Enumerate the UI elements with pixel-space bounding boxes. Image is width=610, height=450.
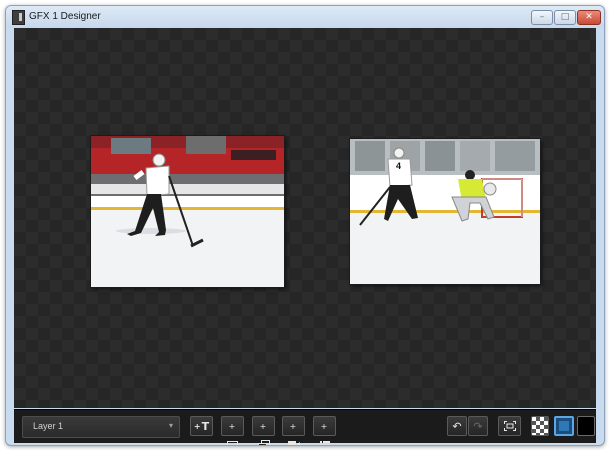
list-icon bbox=[319, 441, 330, 445]
minimize-button[interactable]: – bbox=[531, 10, 553, 25]
chevron-down-icon: ▾ bbox=[168, 421, 173, 430]
title-bar[interactable]: GFX 1 Designer – □ ✕ bbox=[6, 6, 604, 28]
bottom-toolbar: Layer 1 ▾ +T + + + + ↶ ↷ bbox=[14, 409, 596, 445]
text-icon: T bbox=[201, 420, 210, 433]
plus-icon: + bbox=[193, 422, 201, 431]
design-canvas[interactable]: 4 bbox=[14, 28, 596, 408]
image-icon bbox=[227, 441, 238, 445]
video-camera-icon bbox=[287, 441, 300, 445]
plus-icon: + bbox=[320, 422, 328, 431]
add-video-button[interactable]: + bbox=[282, 416, 305, 445]
plus-icon: + bbox=[259, 422, 267, 431]
jersey-number: 4 bbox=[396, 161, 401, 171]
close-button[interactable]: ✕ bbox=[577, 10, 601, 25]
photo-layer-2[interactable]: 4 bbox=[350, 139, 540, 284]
app-window: GFX 1 Designer – □ ✕ 4 Layer 1 ▾ +T + + … bbox=[5, 5, 605, 446]
background-black-button[interactable] bbox=[577, 416, 595, 436]
add-list-button[interactable]: + bbox=[313, 416, 336, 445]
app-icon bbox=[12, 10, 25, 25]
add-text-button[interactable]: +T bbox=[190, 416, 213, 436]
photo-layer-1[interactable] bbox=[91, 136, 284, 287]
add-image-button[interactable]: + bbox=[221, 416, 244, 445]
maximize-button[interactable]: □ bbox=[554, 10, 576, 25]
undo-button[interactable]: ↶ bbox=[447, 416, 467, 436]
fit-frame-icon bbox=[503, 421, 516, 431]
background-transparent-button[interactable] bbox=[531, 416, 549, 436]
window-title: GFX 1 Designer bbox=[29, 11, 101, 22]
hockey-skater-image bbox=[91, 136, 284, 287]
hockey-shooter-image: 4 bbox=[350, 139, 540, 284]
gallery-icon bbox=[257, 440, 270, 445]
fit-to-screen-button[interactable] bbox=[498, 416, 521, 436]
plus-icon: + bbox=[228, 422, 236, 431]
plus-icon: + bbox=[289, 422, 297, 431]
layer-select[interactable]: Layer 1 ▾ bbox=[22, 416, 180, 438]
background-blue-button[interactable] bbox=[554, 416, 574, 436]
layer-select-value: Layer 1 bbox=[33, 421, 64, 431]
redo-button[interactable]: ↷ bbox=[468, 416, 488, 436]
add-gallery-button[interactable]: + bbox=[252, 416, 275, 445]
